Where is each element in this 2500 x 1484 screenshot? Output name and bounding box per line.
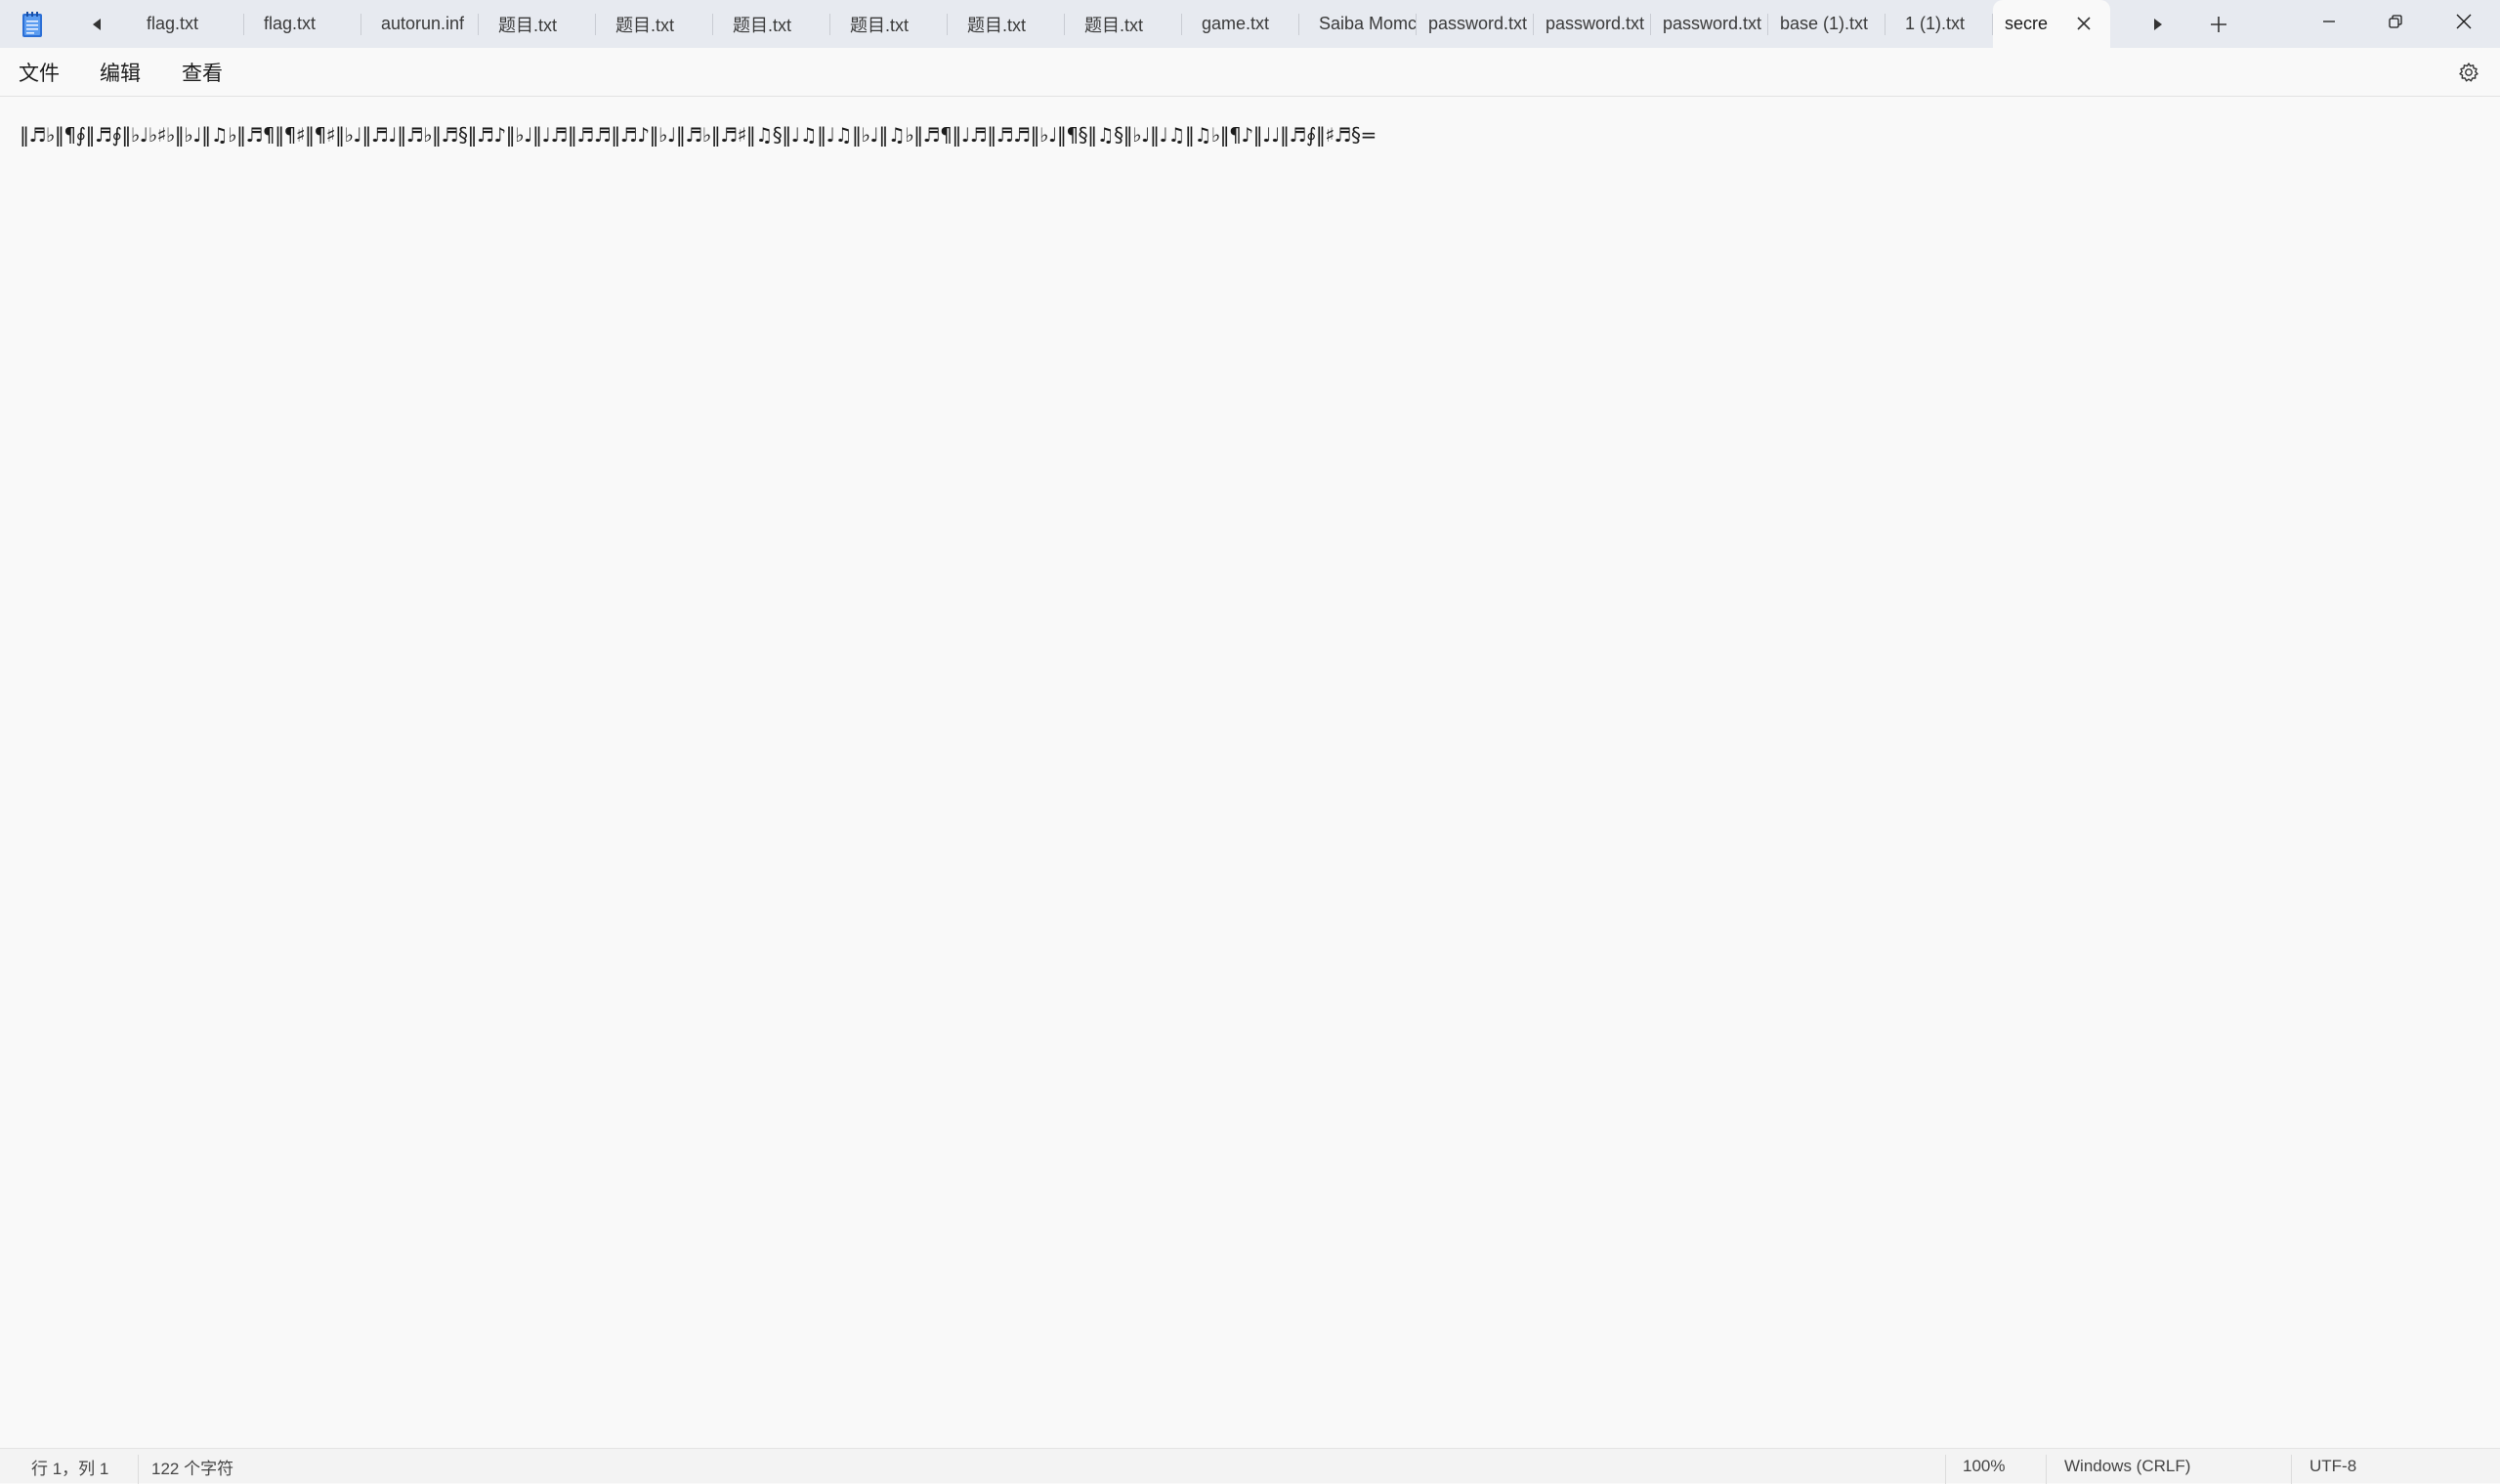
character-count: 122 个字符 bbox=[151, 1459, 234, 1478]
tab[interactable]: flag.txt bbox=[127, 0, 244, 48]
restore-icon[interactable] bbox=[2361, 0, 2430, 43]
tab[interactable]: 题目.txt bbox=[713, 0, 830, 48]
tab-label: password.txt bbox=[1428, 14, 1528, 33]
status-bar: 行 1，列 1 122 个字符 100% Windows (CRLF) UTF-… bbox=[0, 1448, 2500, 1484]
text-editor[interactable]: ‖♬♭‖¶∮‖♬∮‖♭♩♭♯♭‖♭♩‖♫♭‖♬¶‖¶♯‖¶♯‖♭♩‖♬♩‖♬♭‖… bbox=[0, 98, 2500, 1448]
tab[interactable]: flag.txt bbox=[244, 0, 361, 48]
caret-right-icon[interactable] bbox=[2143, 10, 2173, 39]
tab-active[interactable]: secre bbox=[1993, 0, 2110, 48]
tab-label: 题目.txt bbox=[967, 15, 1027, 35]
tab-label: flag.txt bbox=[264, 14, 317, 33]
tab[interactable]: autorun.inf bbox=[361, 0, 479, 48]
tab-label: 1 (1).txt bbox=[1905, 14, 1966, 33]
tab[interactable]: 题目.txt bbox=[830, 0, 948, 48]
tab-label: 题目.txt bbox=[850, 15, 910, 35]
menu-edit[interactable]: 编辑 bbox=[100, 58, 141, 87]
gear-icon[interactable] bbox=[2452, 60, 2485, 85]
tab-label: autorun.inf bbox=[381, 14, 465, 33]
notepad-icon bbox=[21, 11, 43, 38]
tab[interactable]: Saiba Momc bbox=[1299, 0, 1417, 48]
zoom-level[interactable]: 100% bbox=[1963, 1449, 2005, 1484]
tab-label: 题目.txt bbox=[615, 15, 675, 35]
tab-label: base (1).txt bbox=[1780, 14, 1869, 33]
close-icon[interactable] bbox=[2073, 13, 2095, 34]
tab-label: password.txt bbox=[1663, 14, 1762, 33]
tab-strip: flag.txt flag.txt autorun.inf 题目.txt 题目.… bbox=[127, 0, 2110, 48]
divider bbox=[2291, 1455, 2292, 1484]
tab[interactable]: 题目.txt bbox=[596, 0, 713, 48]
tab-label: secre bbox=[2005, 14, 2049, 33]
menu-file[interactable]: 文件 bbox=[19, 58, 60, 87]
tab-label: 题目.txt bbox=[1084, 15, 1144, 35]
tab[interactable]: base (1).txt bbox=[1768, 0, 1886, 48]
tab[interactable]: 题目.txt bbox=[948, 0, 1065, 48]
divider bbox=[2046, 1455, 2047, 1484]
editor-content[interactable]: ‖♬♭‖¶∮‖♬∮‖♭♩♭♯♭‖♭♩‖♫♭‖♬¶‖¶♯‖¶♯‖♭♩‖♬♩‖♬♭‖… bbox=[20, 119, 1377, 150]
minimize-icon[interactable] bbox=[2295, 0, 2363, 43]
tab[interactable]: password.txt bbox=[1534, 0, 1651, 48]
close-icon[interactable] bbox=[2430, 0, 2498, 43]
tab[interactable]: 1 (1).txt bbox=[1886, 0, 1993, 48]
plus-icon[interactable] bbox=[2202, 8, 2235, 41]
tab[interactable]: 题目.txt bbox=[479, 0, 596, 48]
divider bbox=[138, 1455, 139, 1484]
tab[interactable]: password.txt bbox=[1651, 0, 1768, 48]
divider bbox=[1945, 1455, 1946, 1484]
title-bar: flag.txt flag.txt autorun.inf 题目.txt 题目.… bbox=[0, 0, 2500, 48]
caret-left-icon[interactable] bbox=[82, 10, 111, 39]
line-ending[interactable]: Windows (CRLF) bbox=[2064, 1449, 2190, 1484]
tab[interactable]: game.txt bbox=[1182, 0, 1299, 48]
tab-label: game.txt bbox=[1202, 14, 1270, 33]
tab[interactable]: 题目.txt bbox=[1065, 0, 1182, 48]
tab-label: flag.txt bbox=[147, 14, 199, 33]
menu-bar: 文件 编辑 查看 bbox=[0, 48, 2500, 97]
tab[interactable]: password.txt bbox=[1417, 0, 1534, 48]
tab-label: 题目.txt bbox=[498, 15, 558, 35]
tab-label: 题目.txt bbox=[733, 15, 792, 35]
menu-view[interactable]: 查看 bbox=[182, 58, 223, 87]
tab-label: password.txt bbox=[1546, 14, 1645, 33]
cursor-position: 行 1，列 1 bbox=[31, 1459, 109, 1478]
encoding[interactable]: UTF-8 bbox=[2309, 1449, 2356, 1484]
tab-label: Saiba Momc bbox=[1319, 14, 1417, 33]
